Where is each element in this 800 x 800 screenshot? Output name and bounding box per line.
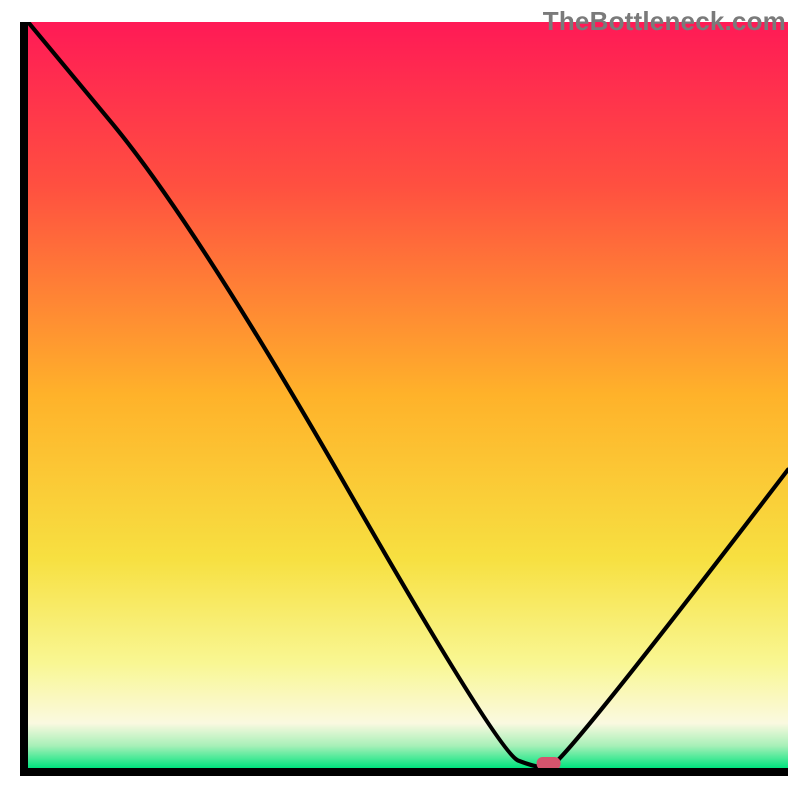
x-axis <box>20 768 788 776</box>
plot-area <box>28 22 788 768</box>
gradient-background <box>28 22 788 768</box>
optimum-marker <box>537 757 561 768</box>
y-axis <box>20 22 28 776</box>
watermark-label: TheBottleneck.com <box>543 6 786 37</box>
chart-svg <box>28 22 788 768</box>
chart-frame: TheBottleneck.com <box>0 0 800 800</box>
